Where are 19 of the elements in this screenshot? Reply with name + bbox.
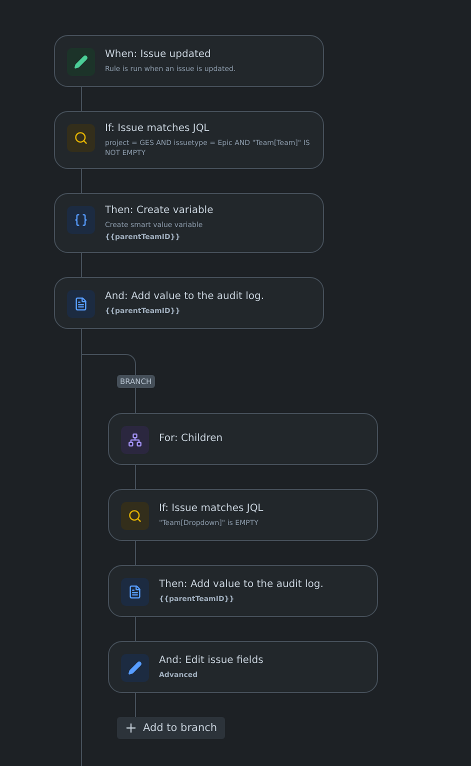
document-tile-icon (121, 578, 149, 606)
pencil-tile-icon (67, 48, 95, 76)
step-title: For: Children (159, 432, 223, 446)
step-title: If: Issue matches JQL (159, 502, 264, 516)
rule-step-card[interactable]: For: Children (108, 413, 378, 465)
braces-tile-icon (67, 206, 95, 234)
step-title: And: Edit issue fields (159, 654, 264, 668)
add-to-branch-button[interactable]: Add to branch (117, 717, 226, 739)
hierarchy-tile-icon (121, 426, 149, 454)
document-tile-icon (67, 290, 95, 318)
step-title: Then: Create variable (105, 204, 214, 218)
step-title: If: Issue matches JQL (105, 122, 210, 136)
search-tile-icon (67, 124, 95, 152)
step-title: And: Add value to the audit log. (105, 290, 264, 304)
step-title: Then: Add value to the audit log. (159, 578, 324, 592)
pencil-tile-icon (121, 654, 149, 682)
search-tile-icon (121, 502, 149, 530)
step-title: When: Issue updated (105, 48, 212, 62)
plus-icon (124, 721, 138, 735)
